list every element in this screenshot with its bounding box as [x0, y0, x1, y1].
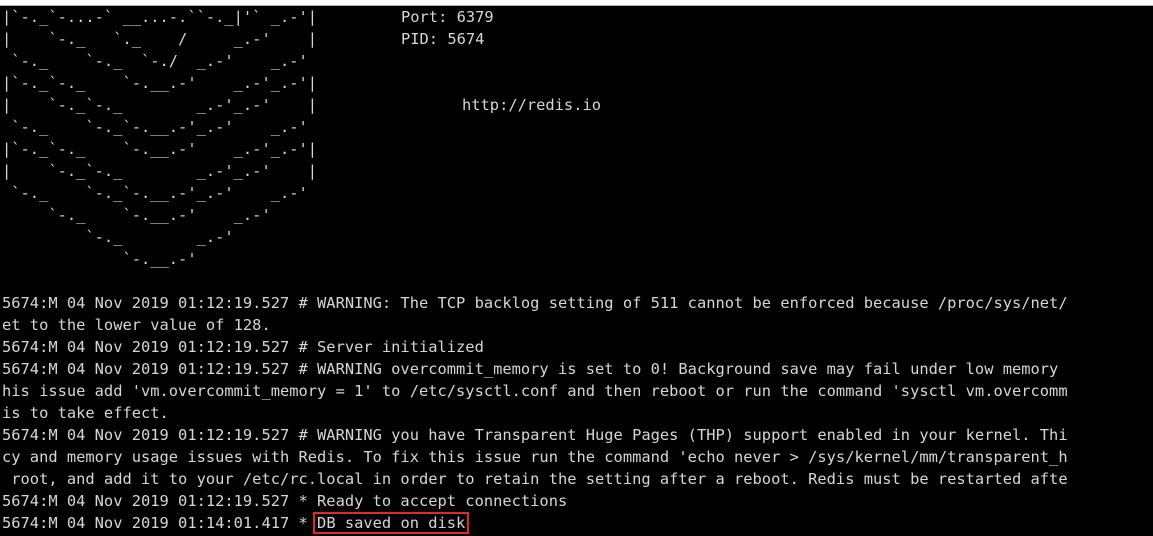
log-line: root, and add it to your /etc/rc.local i…	[2, 470, 1068, 488]
logo-line: | `-._ `._ / _.-' |	[2, 30, 318, 48]
log-line: 5674:M 04 Nov 2019 01:12:19.527 # WARNIN…	[2, 360, 1059, 378]
logo-line: |`-._`-...-` __...-.``-._|'` _.-'|	[2, 8, 318, 26]
log-line: is to take effect.	[2, 404, 169, 422]
logo-line: | `-._`-._ _.-'_.-' |	[2, 96, 318, 114]
logo-line: `-._ `-._ `-./ _.-' _.-'	[2, 52, 308, 70]
server-port: Port: 6379	[401, 8, 494, 26]
log-line: 5674:M 04 Nov 2019 01:12:19.527 # WARNIN…	[2, 294, 1068, 312]
log-line: his issue add 'vm.overcommit_memory = 1'…	[2, 382, 1068, 400]
log-line-prefix: 5674:M 04 Nov 2019 01:14:01.417 *	[2, 514, 318, 532]
logo-line: `-._ `-.__.-' _.-'	[2, 206, 271, 224]
log-line: 5674:M 04 Nov 2019 01:12:19.527 # Server…	[2, 338, 484, 356]
logo-line: |`-._`-._ `-.__.-' _.-'_.-'|	[2, 140, 318, 158]
logo-line: `-._ `-._`-.__.-'_.-' _.-'	[2, 118, 308, 136]
terminal-window: |`-._`-...-` __...-.``-._|'` _.-'| | `-.…	[0, 5, 1153, 536]
log-line: et to the lower value of 128.	[2, 316, 271, 334]
logo-line: `-._ `-._`-.__.-'_.-' _.-'	[2, 184, 308, 202]
logo-line: `-._ _.-'	[2, 228, 234, 246]
redis-url: http://redis.io	[462, 96, 601, 114]
highlighted-db-saved: DB saved on disk	[313, 512, 470, 534]
logo-line: | `-._`-._ _.-'_.-' |	[2, 162, 318, 180]
logo-line: `-.__.-'	[2, 250, 197, 268]
server-pid: PID: 5674	[401, 30, 485, 48]
log-line-last: 5674:M 04 Nov 2019 01:14:01.417 * DB sav…	[2, 512, 470, 534]
log-line: 5674:M 04 Nov 2019 01:12:19.527 # WARNIN…	[2, 426, 1068, 444]
logo-line: |`-._`-._ `-.__.-' _.-'_.-'|	[2, 74, 318, 92]
log-line: cy and memory usage issues with Redis. T…	[2, 448, 1068, 466]
log-line: 5674:M 04 Nov 2019 01:12:19.527 * Ready …	[2, 492, 568, 510]
